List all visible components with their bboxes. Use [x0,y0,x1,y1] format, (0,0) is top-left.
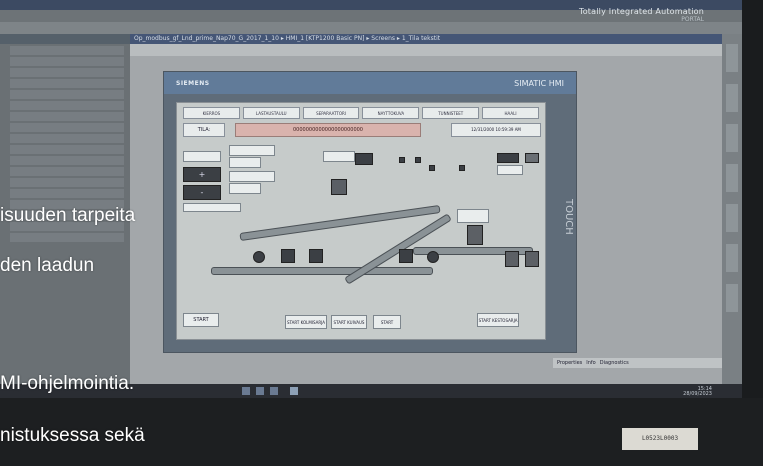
tree-item[interactable] [10,123,124,132]
status-row: TILA: 0000000000000000000000 12/31/2000 … [183,123,541,137]
minus-button[interactable]: - [183,185,221,200]
start-drying-button[interactable]: START KUIVAUS [331,315,367,329]
tree-item[interactable] [10,68,124,77]
status-value[interactable]: 0000000000000000000000 [235,123,421,137]
motor-icon [253,251,265,263]
diagnostics-tab[interactable]: Diagnostics [600,360,629,366]
tree-item[interactable] [10,189,124,198]
task-card-tab[interactable] [726,84,738,112]
datetime-field[interactable]: 12/31/2000 10:59:39 AM [451,123,541,137]
tree-item[interactable] [10,112,124,121]
info-tab[interactable]: Info [586,360,595,366]
tree-item[interactable] [10,233,124,242]
process-schematic: + - START START KOLMISARJA START KUIVAUS… [177,139,545,339]
nav-button[interactable]: HAALI [482,107,539,119]
tree-item[interactable] [10,101,124,110]
indicator [399,157,405,163]
taskbar-app-icon[interactable] [242,387,250,395]
start-button-2[interactable]: START [373,315,401,329]
project-tree-header [0,34,130,44]
start-series-button[interactable]: START KOLMISARJA [285,315,327,329]
hopper-icon [505,251,519,267]
status-label: TILA: [183,123,225,137]
taskbar-app-icon[interactable] [256,387,264,395]
nav-button[interactable]: NAYTTOKUVA [362,107,420,119]
properties-tab[interactable]: Properties [557,360,582,366]
task-card-tab[interactable] [726,44,738,72]
value-field[interactable] [323,151,355,162]
hopper-icon [331,179,347,195]
tree-item[interactable] [10,145,124,154]
task-card-tab[interactable] [726,204,738,232]
plus-button[interactable]: + [183,167,221,182]
nav-button[interactable]: LASTAUSTAULU [242,107,300,119]
hopper-icon [525,251,539,267]
inspector-tabs: Properties Info Diagnostics [553,358,722,368]
simatic-hmi-label: SIMATIC HMI [514,79,564,88]
info-field[interactable] [183,151,221,162]
hmi-device-frame: SIEMENS SIMATIC HMI TOUCH KIERROS LASTAU… [163,71,577,353]
task-cards [722,34,742,384]
indicator [497,153,519,163]
screen-editor: Op_modbus_gf_Lnd_prime_Nap70_G_2017_1_10… [130,34,722,384]
value-field[interactable] [497,165,523,175]
motor-icon [281,249,295,263]
siemens-logo: SIEMENS [176,80,210,87]
tree-item[interactable] [10,156,124,165]
taskbar-app-icon[interactable] [270,387,278,395]
tree-item[interactable] [10,178,124,187]
overlay-text-line: nistuksessa sekä [0,425,145,446]
tia-portal-taskbar-icon[interactable] [290,387,298,395]
silo-panel[interactable] [457,209,489,223]
info-field[interactable] [229,171,275,182]
task-card-tab[interactable] [726,164,738,192]
indicator [459,165,465,171]
info-field[interactable] [183,203,241,212]
indicator [525,153,539,163]
motor-icon [427,251,439,263]
tree-item[interactable] [10,90,124,99]
task-card-tab[interactable] [726,284,738,312]
monitor: Totally Integrated Automation PORTAL Op_… [0,0,763,466]
motor-icon [399,249,413,263]
nav-button[interactable]: KIERROS [183,107,240,119]
start-button[interactable]: START [183,313,219,327]
tia-portal-brand: Totally Integrated Automation [578,7,704,16]
nav-button[interactable]: SEPARAATTORI [302,107,360,119]
info-field[interactable] [229,145,275,156]
indicator [355,153,373,165]
tree-item[interactable] [10,134,124,143]
tree-item[interactable] [10,57,124,66]
conveyor-belt [211,267,433,275]
system-clock[interactable]: 15:14 28/09/2023 [683,387,712,397]
hmi-nav: KIERROS LASTAUSTAULU SEPARAATTORI NAYTTO… [183,107,539,119]
value-field[interactable] [229,183,261,194]
editor-breadcrumb: Op_modbus_gf_Lnd_prime_Nap70_G_2017_1_10… [130,34,722,44]
task-card-tab[interactable] [726,244,738,272]
touch-label: TOUCH [563,199,574,235]
tree-item[interactable] [10,79,124,88]
clock-date: 28/09/2023 [683,391,712,397]
overlay-text-line: isuuden tarpeita [0,205,136,226]
hmi-screen-canvas[interactable]: KIERROS LASTAUSTAULU SEPARAATTORI NAYTTO… [176,102,546,340]
overlay-text-line: MI-ohjelmointia. [0,373,135,394]
value-field[interactable] [229,157,261,168]
task-card-tab[interactable] [726,124,738,152]
format-toolbar[interactable] [130,44,722,56]
motor-icon [309,249,323,263]
asset-sticker: L0523L0003 [622,428,698,450]
hmi-header: SIEMENS SIMATIC HMI [164,72,576,94]
start-duration-button[interactable]: START KESTOSARJA [477,313,519,327]
indicator [415,157,421,163]
screen: Totally Integrated Automation PORTAL Op_… [0,0,742,398]
tree-item[interactable] [10,167,124,176]
indicator [429,165,435,171]
overlay-text-line: den laadun [0,255,95,276]
tree-item[interactable] [10,46,124,55]
nav-button[interactable]: TUNNISTEET [422,107,480,119]
main-toolbar[interactable] [0,22,742,34]
silo-icon [467,225,483,245]
